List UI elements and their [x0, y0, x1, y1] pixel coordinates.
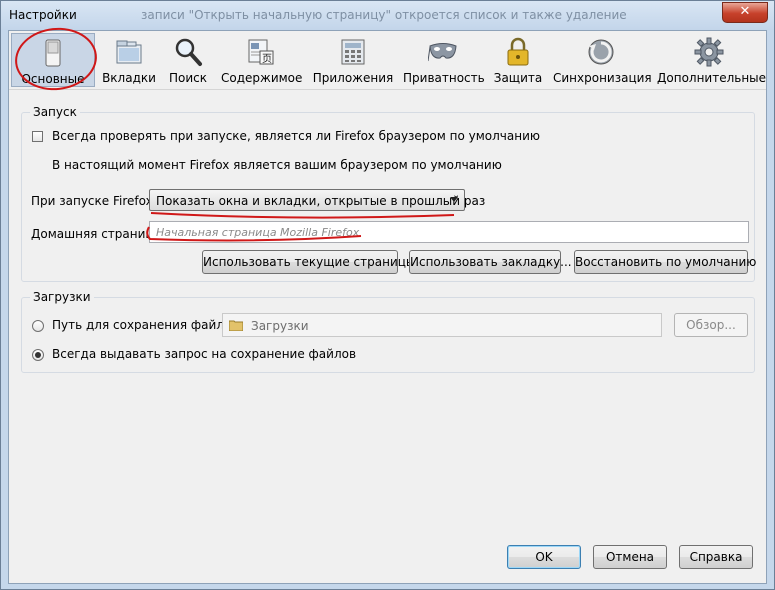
window-title: Настройки	[9, 8, 77, 22]
cancel-button[interactable]: Отмена	[593, 545, 667, 569]
tab-general[interactable]: Основные	[11, 33, 95, 87]
tab-sync[interactable]: Синхронизация	[553, 33, 652, 87]
category-toolbar: Основные Вкладки Поиск 页 Содержимое Прил…	[9, 23, 767, 95]
close-button[interactable]: ✕	[722, 2, 768, 23]
tab-sync-label: Синхронизация	[553, 71, 652, 85]
tab-applications-label: Приложения	[312, 71, 394, 85]
tab-content[interactable]: 页 Содержимое	[221, 33, 303, 87]
tab-privacy-label: Приватность	[403, 71, 485, 85]
save-path-field[interactable]: Загрузки	[222, 313, 662, 337]
downloads-group-label: Загрузки	[30, 290, 94, 304]
homepage-input[interactable]: Начальная страница Mozilla Firefox	[149, 221, 749, 243]
on-start-label: При запуске Firefox:	[31, 194, 157, 208]
switch-icon	[45, 39, 61, 67]
browse-button[interactable]: Обзор...	[674, 313, 748, 337]
folder-icon	[229, 320, 243, 331]
tab-applications[interactable]: Приложения	[311, 33, 395, 87]
tab-advanced-label: Дополнительные	[657, 71, 767, 85]
tab-advanced[interactable]: Дополнительные	[657, 33, 767, 87]
tabs-window-icon	[116, 40, 142, 64]
chevron-down-icon	[450, 197, 458, 202]
tab-security[interactable]: Защита	[493, 33, 543, 87]
restore-default-button[interactable]: Восстановить по умолчанию	[574, 250, 756, 274]
help-button[interactable]: Справка	[679, 545, 753, 569]
default-browser-status: В настоящий момент Firefox является ваши…	[52, 158, 502, 172]
svg-text:页: 页	[262, 53, 272, 65]
settings-window: Настройки записи "Открыть начальную стра…	[0, 0, 775, 590]
tab-search[interactable]: Поиск	[161, 33, 215, 87]
close-icon: ✕	[739, 4, 751, 19]
ok-button[interactable]: OK	[507, 545, 581, 569]
tab-content-label: Содержимое	[221, 71, 303, 85]
calculator-apps-icon	[341, 39, 365, 65]
homepage-label: Домашняя страница:	[31, 227, 165, 241]
save-path-value: Загрузки	[251, 319, 309, 333]
tab-tabs[interactable]: Вкладки	[99, 33, 159, 87]
save-path-label: Путь для сохранения файлов	[52, 318, 239, 332]
default-browser-checkbox[interactable]	[32, 131, 43, 142]
on-start-value: Показать окна и вкладки, открытые в прош…	[156, 194, 486, 208]
mask-icon	[428, 43, 457, 62]
tab-security-label: Защита	[493, 71, 543, 85]
default-browser-check-label: Всегда проверять при запуске, является л…	[52, 129, 540, 143]
sync-icon	[588, 39, 614, 65]
downloads-group: Загрузки Путь для сохранения файлов Загр…	[21, 290, 755, 373]
gear-icon	[694, 37, 724, 67]
homepage-placeholder: Начальная страница Mozilla Firefox	[156, 226, 360, 239]
startup-group-label: Запуск	[30, 105, 80, 119]
magnifier-icon	[175, 38, 202, 66]
always-ask-label: Всегда выдавать запрос на сохранение фай…	[52, 347, 357, 361]
tab-tabs-label: Вкладки	[102, 71, 156, 85]
content-page-icon: 页	[248, 39, 274, 65]
padlock-icon	[507, 37, 529, 66]
startup-group: Запуск Всегда проверять при запуске, явл…	[21, 105, 756, 282]
dialog-client: Основные Вкладки Поиск 页 Содержимое Прил…	[8, 23, 767, 584]
always-ask-radio[interactable]	[32, 349, 44, 361]
tab-privacy[interactable]: Приватность	[403, 33, 485, 87]
tab-general-label: Основные	[21, 72, 85, 86]
on-start-select[interactable]: Показать окна и вкладки, открытые в прош…	[149, 189, 485, 211]
use-current-pages-button[interactable]: Использовать текущие страницы	[202, 250, 415, 274]
background-ghost-text: записи "Открыть начальную страницу" откр…	[141, 8, 627, 22]
tab-search-label: Поиск	[168, 71, 207, 85]
use-bookmark-button[interactable]: Использовать закладку...	[409, 250, 572, 274]
titlebar[interactable]: Настройки записи "Открыть начальную стра…	[1, 1, 774, 30]
save-path-radio[interactable]	[32, 320, 44, 332]
